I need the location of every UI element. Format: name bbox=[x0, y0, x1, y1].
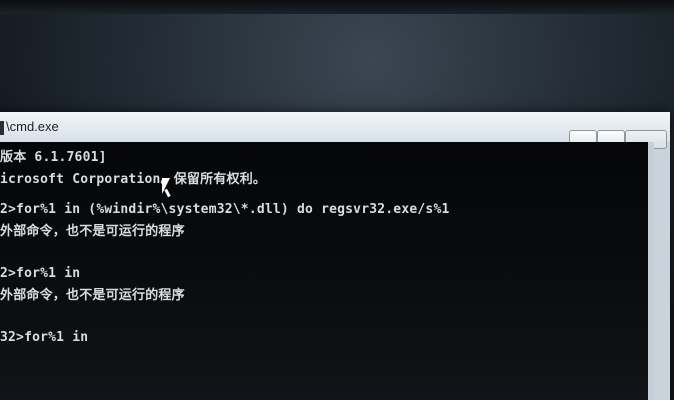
console-line: 外部命令，也不是可运行的程序 bbox=[0, 224, 185, 239]
scrollbar[interactable] bbox=[648, 142, 654, 400]
photo-scene: \cmd.exe 版本 6.1.7601] icrosoft Corporati… bbox=[0, 0, 674, 400]
console-line: 2>for%1 in bbox=[0, 266, 81, 281]
console-line: 2>for%1 in (%windir%\system32\*.dll) do … bbox=[0, 202, 450, 217]
console-line: 版本 6.1.7601] bbox=[0, 150, 107, 165]
console-line: 32>for%1 in bbox=[0, 330, 89, 345]
console-line: icrosoft Corporation。保留所有权利。 bbox=[0, 172, 267, 187]
console-line: 外部命令，也不是可运行的程序 bbox=[0, 288, 185, 303]
console-output[interactable]: 版本 6.1.7601] icrosoft Corporation。保留所有权利… bbox=[0, 142, 654, 400]
cmd-icon bbox=[0, 121, 4, 135]
window-title: \cmd.exe bbox=[6, 119, 59, 134]
cmd-window[interactable]: \cmd.exe 版本 6.1.7601] icrosoft Corporati… bbox=[0, 112, 670, 400]
title-bar[interactable]: \cmd.exe bbox=[0, 112, 670, 149]
monitor-bezel bbox=[0, 0, 674, 14]
